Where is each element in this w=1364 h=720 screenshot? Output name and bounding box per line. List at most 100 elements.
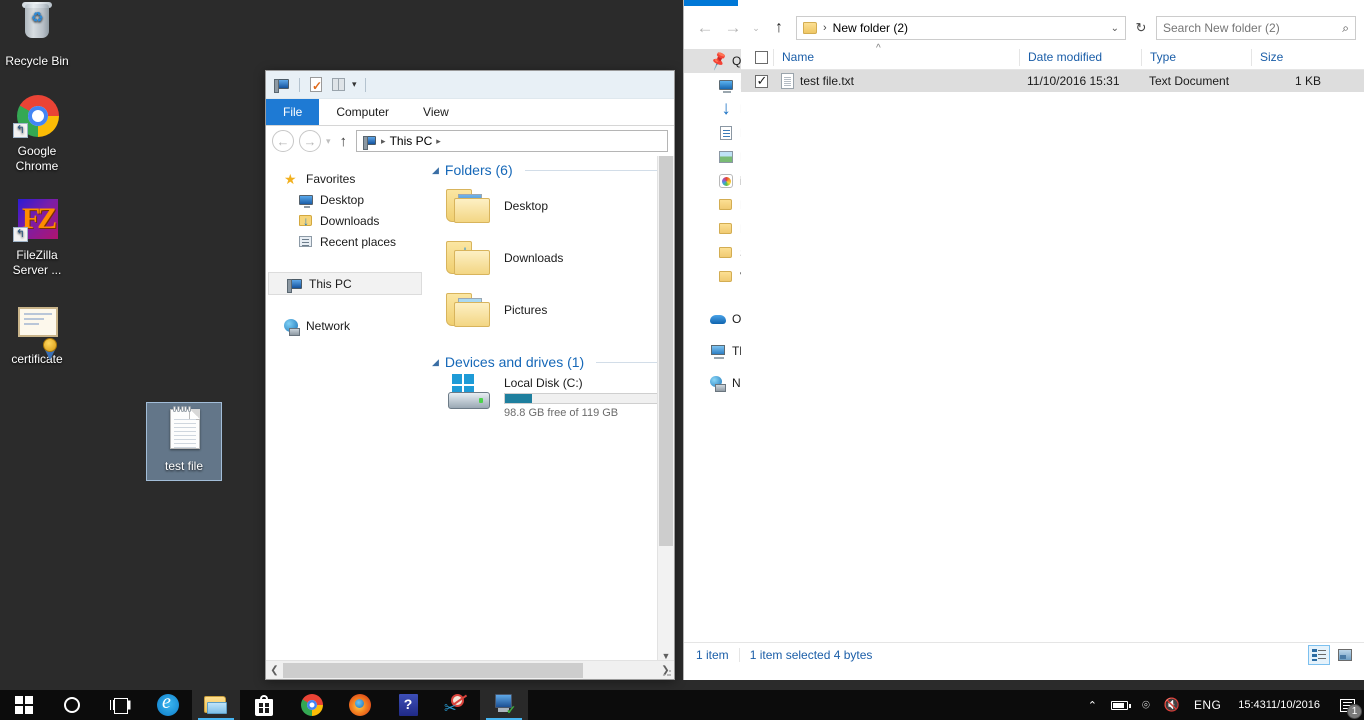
sidebar-item-folder-2[interactable]: N (684, 217, 741, 241)
column-headers[interactable]: ^ Name Date modified Type Size (741, 45, 1364, 70)
tab-file[interactable]: File (266, 99, 319, 125)
group-header-devices[interactable]: ◢ Devices and drives (1) (424, 348, 674, 372)
navigation-pane[interactable]: 📌 Qu D ↓ D D P (684, 45, 741, 642)
sidebar-item-downloads[interactable]: ↓ D (684, 97, 741, 121)
large-icons-view-icon[interactable] (1334, 645, 1356, 665)
window-new-folder[interactable]: ← → ⌄ ↑ › New folder (2) ⌄ ↻ Search New … (683, 0, 1364, 680)
details-view-icon[interactable] (1308, 645, 1330, 665)
store-button[interactable] (240, 690, 288, 720)
nav-item-favorites[interactable]: ★ Favorites (266, 168, 424, 189)
desktop-icon-certificate[interactable]: certificate (0, 300, 74, 367)
collapse-triangle-icon[interactable]: ◢ (432, 357, 439, 368)
breadcrumb[interactable]: ▸ This PC ▸ (356, 130, 668, 152)
horizontal-scrollbar[interactable]: ❮ ❯ (266, 660, 674, 679)
desktop-icon-recycle-bin[interactable]: ♻ Recycle Bin (0, 2, 74, 69)
task-view-button[interactable] (96, 690, 144, 720)
row-checkbox[interactable] (741, 75, 773, 88)
back-arrow-icon[interactable]: ← (272, 130, 294, 152)
table-row[interactable]: test file.txt 11/10/2016 15:31 Text Docu… (741, 70, 1364, 92)
search-icon[interactable]: ⌕ (1342, 21, 1349, 36)
horizontal-scrollbar-thumb[interactable] (283, 663, 583, 678)
desktop-icon-test-file[interactable]: test file (147, 403, 221, 480)
folder-tile-downloads[interactable]: ↓ Downloads (424, 232, 674, 284)
chevron-down-icon[interactable]: ▾ (326, 136, 331, 147)
snipping-tool-button[interactable]: ✂ (432, 690, 480, 720)
desktop-icon-filezilla-server[interactable]: FZ ↰ FileZilla Server ... (0, 196, 74, 278)
nav-item-network[interactable]: Network (266, 315, 424, 336)
language-indicator[interactable]: ENG (1187, 690, 1228, 720)
folder-tile-desktop[interactable]: Desktop (424, 180, 674, 232)
sidebar-item-icloud-photos[interactable]: i (684, 169, 741, 193)
scroll-left-icon[interactable]: ❮ (266, 665, 283, 676)
breadcrumb-separator[interactable]: ▸ (436, 136, 441, 147)
this-pc-icon[interactable] (274, 76, 291, 93)
chevron-up-icon[interactable]: ⌃ (1081, 690, 1104, 720)
up-arrow-icon[interactable]: ↑ (336, 133, 352, 150)
firefox-button[interactable] (336, 690, 384, 720)
column-header-size[interactable]: Size (1251, 49, 1331, 66)
vertical-scrollbar[interactable]: ▼ (657, 156, 674, 664)
select-all-checkbox[interactable] (741, 49, 773, 66)
desktop-icon-google-chrome[interactable]: ↰ Google Chrome (0, 92, 74, 174)
clock[interactable]: 15:43 11/10/2016 (1228, 690, 1330, 720)
view-mode-buttons[interactable] (1308, 645, 1356, 665)
edge-button[interactable] (144, 690, 192, 720)
address-bar[interactable]: ← → ⌄ ↑ › New folder (2) ⌄ ↻ Search New … (684, 11, 1364, 45)
sidebar-item-desktop[interactable]: D (684, 73, 741, 97)
nav-item-downloads[interactable]: Downloads (266, 210, 424, 231)
system-tray[interactable]: ⌃ ⌾ 🔇 ENG 15:43 11/10/2016 1 (1081, 690, 1364, 720)
chevron-down-icon[interactable]: ▾ (352, 79, 357, 90)
forward-arrow-icon[interactable]: → (299, 130, 321, 152)
tab-view[interactable]: View (406, 99, 466, 125)
chevron-down-icon[interactable]: ⌄ (750, 23, 762, 34)
folder-tile-pictures[interactable]: Pictures (424, 284, 674, 336)
sidebar-item-folder-3[interactable]: S (684, 241, 741, 265)
column-header-date-modified[interactable]: Date modified (1019, 49, 1141, 66)
nav-item-recent-places[interactable]: Recent places (266, 231, 424, 252)
up-arrow-icon[interactable]: ↑ (768, 19, 790, 37)
column-header-name[interactable]: Name (773, 49, 1019, 66)
file-list[interactable]: ^ Name Date modified Type Size test file… (741, 45, 1364, 642)
start-button[interactable] (0, 690, 48, 720)
column-header-type[interactable]: Type (1141, 49, 1251, 66)
help-button[interactable] (384, 690, 432, 720)
desktop[interactable]: ♻ Recycle Bin ↰ Google Chrome FZ ↰ FileZ… (0, 0, 1364, 720)
properties-icon[interactable] (308, 76, 325, 93)
content-pane[interactable]: ◢ Folders (6) Desktop ↓ (424, 156, 674, 664)
drive-tile-local-disk[interactable]: Local Disk (C:) 98.8 GB free of 119 GB (424, 372, 674, 423)
sidebar-item-pictures[interactable]: P (684, 145, 741, 169)
sidebar-item-onedrive[interactable]: On (684, 307, 741, 331)
back-arrow-icon[interactable]: ← (694, 18, 716, 38)
resize-grip[interactable] (662, 667, 672, 677)
quick-access-toolbar[interactable]: ▾ (266, 71, 674, 99)
sidebar-item-documents[interactable]: D (684, 121, 741, 145)
navigation-pane[interactable]: ★ Favorites Desktop Downloads Recent pla… (266, 156, 424, 664)
wifi-icon[interactable]: ⌾ (1135, 690, 1157, 720)
breadcrumb[interactable]: › New folder (2) ⌄ (796, 16, 1126, 40)
ribbon-tabs[interactable]: File Computer View (266, 99, 674, 126)
tab-computer[interactable]: Computer (319, 99, 406, 125)
battery-icon[interactable] (1104, 690, 1135, 720)
taskbar[interactable]: ✂ ✓ ⌃ ⌾ 🔇 ENG 15:43 11/10/2016 1 (0, 690, 1364, 720)
action-center-button[interactable]: 1 (1330, 690, 1364, 720)
speaker-muted-icon[interactable]: 🔇 (1157, 690, 1187, 720)
vertical-scrollbar-thumb[interactable] (659, 156, 673, 546)
window-this-pc[interactable]: ▾ File Computer View ← → ▾ ↑ ▸ This PC ▸… (265, 70, 675, 680)
sidebar-item-this-pc[interactable]: Th (684, 339, 741, 363)
sidebar-item-quick-access[interactable]: 📌 Qu (684, 49, 741, 73)
group-header-folders[interactable]: ◢ Folders (6) (424, 156, 674, 180)
sidebar-item-folder-1[interactable]: D (684, 193, 741, 217)
breadcrumb-label[interactable]: This PC (390, 134, 433, 148)
nav-item-desktop[interactable]: Desktop (266, 189, 424, 210)
preview-pane-icon[interactable] (330, 76, 347, 93)
search-input[interactable]: Search New folder (2) ⌕ (1156, 16, 1356, 40)
filezilla-server-button[interactable]: ✓ (480, 690, 528, 720)
address-bar[interactable]: ← → ▾ ↑ ▸ This PC ▸ (266, 126, 674, 156)
file-explorer-button[interactable] (192, 690, 240, 720)
chevron-down-icon[interactable]: ⌄ (1111, 23, 1119, 34)
breadcrumb-label[interactable]: New folder (2) (833, 21, 908, 35)
nav-item-this-pc[interactable]: This PC (268, 272, 422, 295)
sidebar-item-folder-4[interactable]: V (684, 265, 741, 289)
collapse-triangle-icon[interactable]: ◢ (432, 165, 439, 176)
cell-name[interactable]: test file.txt (773, 73, 1019, 90)
